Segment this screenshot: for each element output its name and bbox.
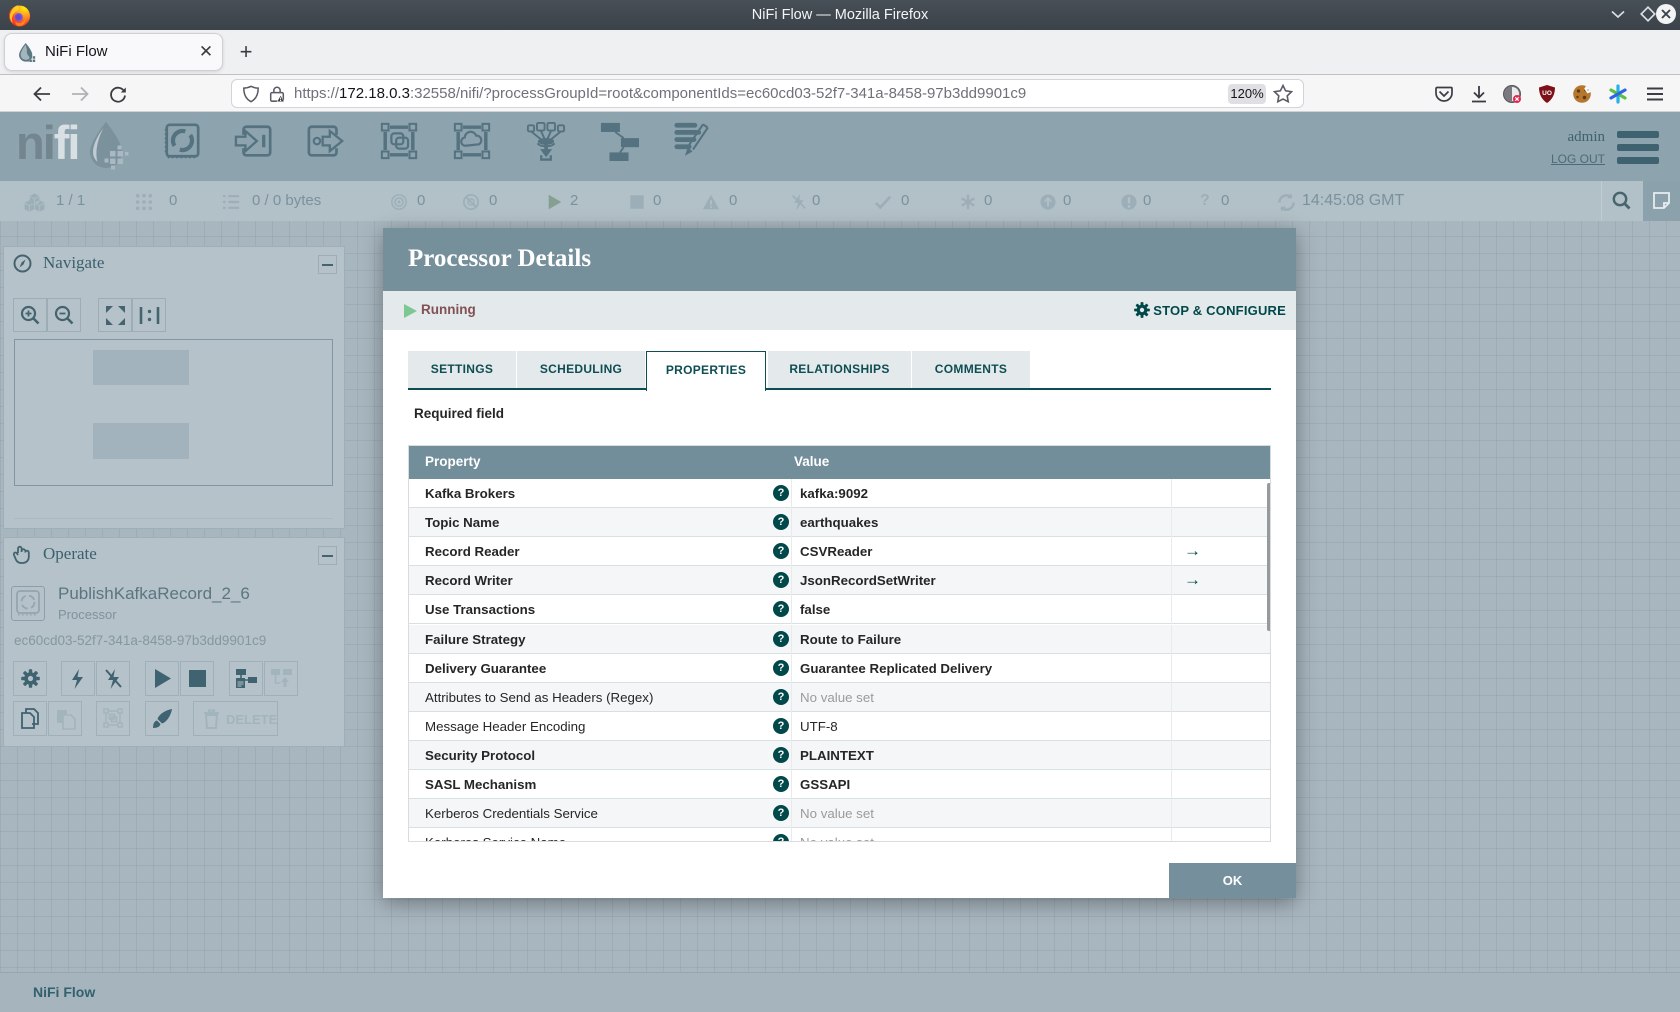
svg-text:UO: UO [1542, 90, 1552, 97]
